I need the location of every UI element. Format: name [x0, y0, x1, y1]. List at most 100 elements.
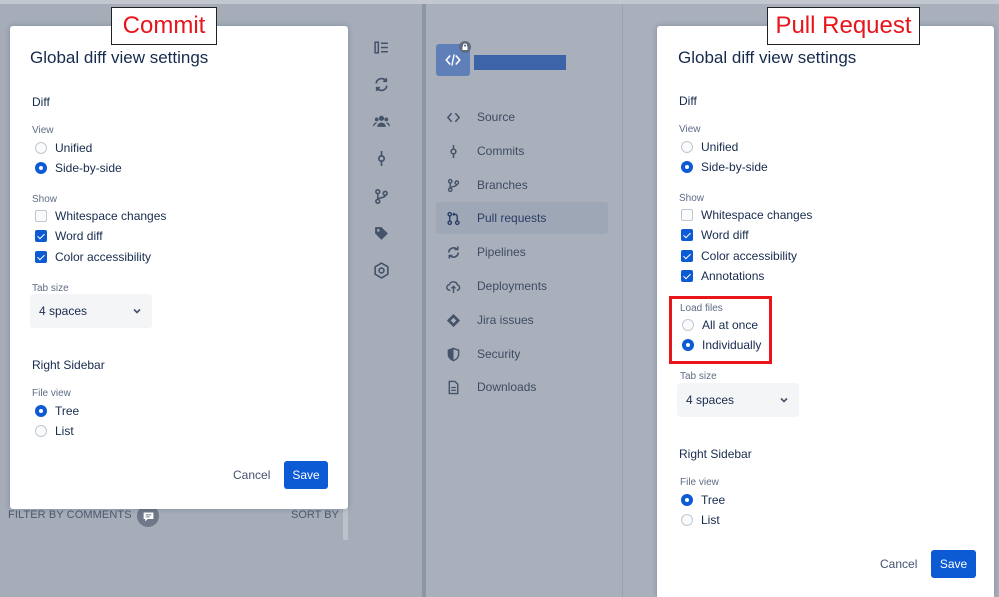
nav-item-downloads[interactable]: Downloads	[436, 371, 608, 403]
tag-icon[interactable]	[370, 222, 392, 244]
checkbox-color-accessibility[interactable]	[35, 251, 47, 263]
cancel-button[interactable]: Cancel	[227, 461, 276, 489]
file-view-option-list[interactable]: List	[681, 511, 720, 529]
option-label: Tree	[55, 404, 80, 418]
shield-icon	[436, 347, 470, 362]
pull-request-callout-label: Pull Request	[767, 7, 920, 45]
show-option-word-diff[interactable]: Word diff	[35, 227, 103, 245]
show-label: Show	[679, 193, 705, 204]
view-option-side-by-side[interactable]: Side-by-side	[681, 158, 768, 176]
show-option-whitespace[interactable]: Whitespace changes	[35, 207, 166, 225]
view-option-unified[interactable]: Unified	[35, 139, 92, 157]
nav-item-deployments[interactable]: Deployments	[436, 270, 608, 302]
tab-size-select[interactable]: 4 spaces	[30, 294, 152, 328]
code-icon	[445, 54, 461, 66]
option-label: Unified	[701, 140, 739, 154]
option-label: Side-by-side	[701, 160, 768, 174]
checkbox-whitespace-changes[interactable]	[35, 210, 47, 222]
radio-tree[interactable]	[681, 494, 693, 506]
right-sidebar-heading: Right Sidebar	[679, 447, 752, 461]
radio-tree[interactable]	[35, 405, 47, 417]
view-option-side-by-side[interactable]: Side-by-side	[35, 159, 122, 177]
tab-size-label: Tab size	[680, 371, 717, 382]
diff-section-heading: Diff	[679, 94, 697, 108]
checkbox-word-diff[interactable]	[35, 230, 47, 242]
nav-item-label: Commits	[477, 144, 525, 158]
nav-item-pull-requests[interactable]: Pull requests	[436, 202, 608, 234]
nav-item-pipelines[interactable]: Pipelines	[436, 236, 608, 268]
right-sidebar-heading: Right Sidebar	[32, 358, 105, 372]
checkbox-color-accessibility[interactable]	[681, 250, 693, 262]
save-button[interactable]: Save	[284, 461, 328, 489]
cloud-upload-icon	[436, 279, 470, 294]
commit-callout-label: Commit	[111, 7, 217, 45]
view-label: View	[679, 124, 701, 135]
nav-item-security[interactable]: Security	[436, 338, 608, 370]
nav-item-label: Deployments	[477, 279, 548, 293]
cancel-button[interactable]: Cancel	[874, 550, 923, 578]
option-label: Whitespace changes	[55, 209, 167, 223]
nav-item-label: Source	[477, 110, 516, 124]
branch-icon[interactable]	[370, 185, 392, 207]
view-option-unified[interactable]: Unified	[681, 138, 738, 156]
nav-item-label: Branches	[477, 178, 528, 192]
commit-icon[interactable]	[370, 147, 392, 169]
sync-icon[interactable]	[370, 73, 392, 95]
code-icon	[436, 110, 470, 125]
nav-item-branches[interactable]: Branches	[436, 169, 608, 201]
load-files-highlight	[669, 296, 772, 364]
show-option-annotations[interactable]: Annotations	[681, 267, 764, 285]
branch-icon	[436, 178, 470, 193]
show-option-color-accessibility[interactable]: Color accessibility	[681, 247, 797, 265]
option-label: Whitespace changes	[701, 208, 813, 222]
show-option-color-accessibility[interactable]: Color accessibility	[35, 248, 151, 266]
lock-icon	[459, 41, 471, 53]
top-bar	[0, 0, 999, 4]
dialog-title: Global diff view settings	[678, 48, 857, 67]
pull-request-icon	[436, 211, 470, 226]
checkbox-whitespace-changes[interactable]	[681, 209, 693, 221]
radio-list[interactable]	[35, 425, 47, 437]
radio-unified[interactable]	[681, 141, 693, 153]
commit-diff-settings-dialog: Global diff view settings Diff View Unif…	[10, 26, 348, 509]
nav-item-source[interactable]: Source	[436, 101, 608, 133]
file-view-label: File view	[32, 388, 71, 399]
show-option-word-diff[interactable]: Word diff	[681, 226, 749, 244]
option-label: Word diff	[55, 229, 103, 243]
option-label: Side-by-side	[55, 161, 122, 175]
tab-size-select[interactable]: 4 spaces	[677, 383, 799, 417]
tab-size-value: 4 spaces	[686, 393, 735, 407]
radio-unified[interactable]	[35, 142, 47, 154]
option-label: Color accessibility	[55, 250, 152, 264]
filter-by-comments-label[interactable]: FILTER BY COMMENTS	[8, 509, 132, 521]
diff-section-heading: Diff	[32, 95, 50, 109]
sort-by-label[interactable]: SORT BY	[291, 509, 339, 521]
nav-item-label: Jira issues	[477, 313, 534, 327]
nav-item-label: Pull requests	[477, 211, 547, 225]
option-label: Word diff	[701, 228, 749, 242]
show-label: Show	[32, 194, 58, 205]
pipelines-icon	[436, 245, 470, 260]
tab-size-value: 4 spaces	[39, 304, 88, 318]
file-view-label: File view	[680, 477, 719, 488]
checkbox-annotations[interactable]	[681, 270, 693, 282]
repo-name-redacted	[474, 55, 566, 70]
radio-list[interactable]	[681, 514, 693, 526]
nav-item-commits[interactable]: Commits	[436, 135, 608, 167]
tab-size-label: Tab size	[32, 283, 69, 294]
file-view-option-tree[interactable]: Tree	[35, 402, 79, 420]
people-icon[interactable]	[370, 110, 392, 132]
nav-item-jira-issues[interactable]: Jira issues	[436, 304, 608, 336]
sidebar-toggle-icon[interactable]	[370, 36, 392, 58]
chevron-down-icon	[132, 306, 142, 316]
save-button[interactable]: Save	[931, 550, 976, 578]
view-label: View	[32, 125, 54, 136]
radio-side-by-side[interactable]	[35, 162, 47, 174]
show-option-whitespace[interactable]: Whitespace changes	[681, 206, 812, 224]
file-view-option-list[interactable]: List	[35, 422, 74, 440]
file-view-option-tree[interactable]: Tree	[681, 491, 725, 509]
radio-side-by-side[interactable]	[681, 161, 693, 173]
checkbox-word-diff[interactable]	[681, 229, 693, 241]
nav-item-label: Pipelines	[477, 245, 526, 259]
settings-gear-icon[interactable]	[370, 259, 392, 281]
